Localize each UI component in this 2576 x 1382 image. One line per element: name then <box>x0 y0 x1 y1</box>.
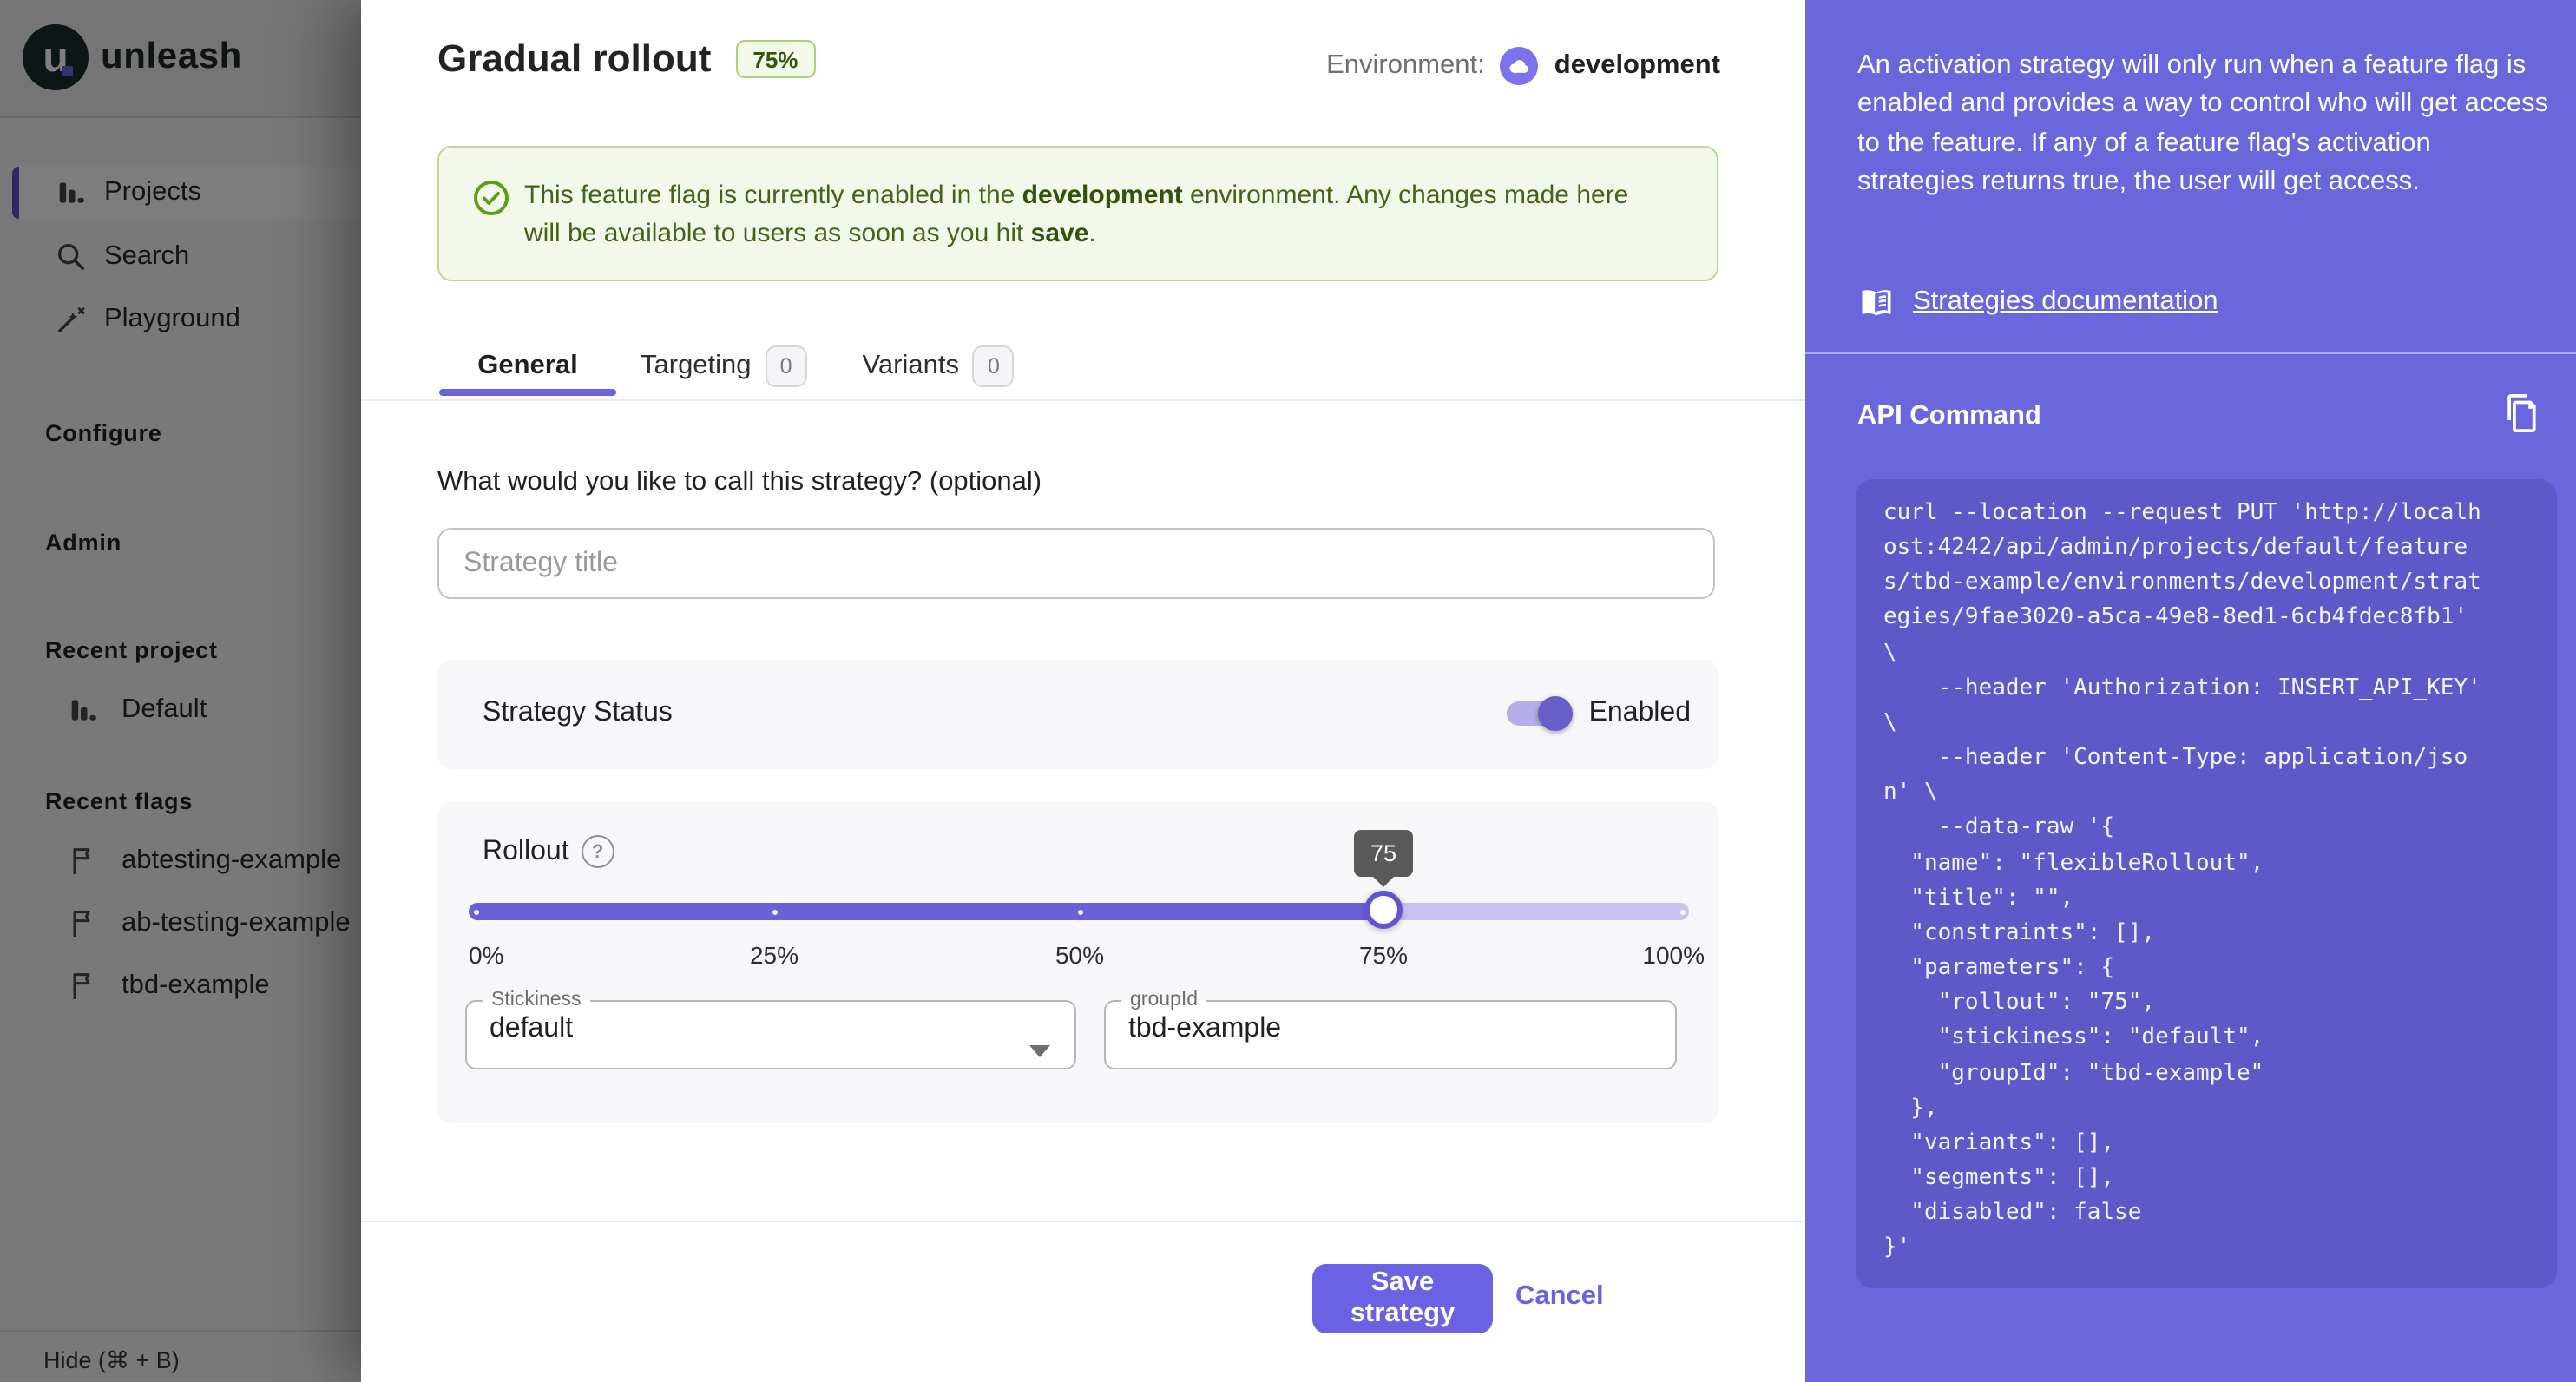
toggle-thumb <box>1538 696 1573 731</box>
dimmed-app-region: u unleash Projects <box>0 0 361 1382</box>
active-tab-indicator <box>439 389 616 396</box>
strategy-status-value: Enabled <box>1589 698 1691 729</box>
stickiness-label: Stickiness <box>483 990 590 1010</box>
slider-mark-100 <box>1680 909 1686 914</box>
api-command-code-block[interactable]: curl --location --request PUT 'http://lo… <box>1856 479 2557 1288</box>
modal-backdrop[interactable] <box>0 0 361 1382</box>
help-icon[interactable]: ? <box>582 835 614 868</box>
tab-targeting[interactable]: Targeting <box>641 351 752 382</box>
strategies-documentation-label: Strategies documentation <box>1913 286 2218 318</box>
api-command-heading: API Command <box>1857 401 2041 432</box>
strategy-info-panel: An activation strategy will only run whe… <box>1805 0 2576 1382</box>
targeting-count-badge: 0 <box>766 346 807 387</box>
tick-25: 25% <box>705 941 844 969</box>
drawer-header: Gradual rollout 75% <box>437 36 815 82</box>
screen: u unleash Projects <box>0 0 2576 1382</box>
cancel-button[interactable]: Cancel <box>1515 1281 1604 1313</box>
environment-label: Environment: <box>1326 50 1485 82</box>
slider-tick-labels: 0% 25% 50% 75% 100% <box>437 941 1718 969</box>
check-circle-icon <box>470 177 512 219</box>
slider-mark-50 <box>1078 909 1083 914</box>
stickiness-value: default <box>467 1010 1074 1045</box>
rollout-section: Rollout ? 75 0% 25% 50% 75% 10 <box>437 802 1718 1123</box>
environment-value: development <box>1554 50 1720 82</box>
tick-0: 0% <box>469 941 503 969</box>
slider-thumb[interactable] <box>1364 891 1403 929</box>
tick-75: 75% <box>1314 941 1453 969</box>
slider-mark-25 <box>772 909 778 914</box>
environment-indicator: Environment: development <box>1326 47 1720 85</box>
slider-value-tooltip: 75 <box>1354 830 1413 877</box>
save-strategy-button[interactable]: Save strategy <box>1312 1264 1493 1333</box>
slider-filled-track <box>469 903 1383 920</box>
groupid-value: tbd-example <box>1106 1010 1675 1045</box>
footer-divider <box>361 1221 1805 1222</box>
cloud-icon <box>1501 47 1539 85</box>
strategy-form-panel: Gradual rollout 75% Environment: develop… <box>361 0 1805 1382</box>
rollout-label: Rollout <box>483 836 569 867</box>
slider-mark-0 <box>474 909 479 914</box>
tab-variants[interactable]: Variants <box>863 351 959 382</box>
tabs-divider <box>361 399 1805 401</box>
curl-command: curl --location --request PUT 'http://lo… <box>1856 479 2557 1267</box>
strategies-documentation-link[interactable]: Strategies documentation <box>1857 283 2218 321</box>
tick-100: 100% <box>1642 941 1705 969</box>
alert-save-emphasis: save <box>1031 218 1089 247</box>
page-title: Gradual rollout <box>437 36 711 82</box>
strategy-title-question: What would you like to call this strateg… <box>437 467 1042 498</box>
success-alert: This feature flag is currently enabled i… <box>437 146 1718 281</box>
chevron-down-icon <box>1029 1045 1050 1057</box>
book-icon <box>1857 283 1896 321</box>
strategy-tabs: General Targeting 0 Variants 0 <box>439 346 1015 387</box>
groupid-field[interactable]: groupId tbd-example <box>1104 990 1677 1069</box>
rollout-header: Rollout ? <box>483 835 614 868</box>
strategy-description: An activation strategy will only run whe… <box>1857 47 2553 201</box>
strategy-status-section: Strategy Status Enabled <box>437 660 1718 769</box>
alert-message: This feature flag is currently enabled i… <box>524 177 1661 252</box>
strategy-status-toggle[interactable] <box>1507 696 1566 731</box>
groupid-label: groupId <box>1121 990 1206 1010</box>
stickiness-select[interactable]: Stickiness default <box>465 990 1076 1069</box>
strategy-status-label: Strategy Status <box>483 698 673 729</box>
strategy-title-input[interactable] <box>437 528 1715 599</box>
rollout-slider[interactable] <box>469 903 1689 920</box>
tab-general[interactable]: General <box>439 351 616 382</box>
rollout-percent-badge: 75% <box>735 40 815 78</box>
variants-count-badge: 0 <box>973 346 1015 387</box>
alert-env-emphasis: development <box>1022 181 1183 210</box>
tick-50: 50% <box>1010 941 1149 969</box>
copy-icon[interactable] <box>2500 392 2541 434</box>
panel-divider <box>1805 352 2576 354</box>
strategy-drawer: Gradual rollout 75% Environment: develop… <box>361 0 2576 1382</box>
